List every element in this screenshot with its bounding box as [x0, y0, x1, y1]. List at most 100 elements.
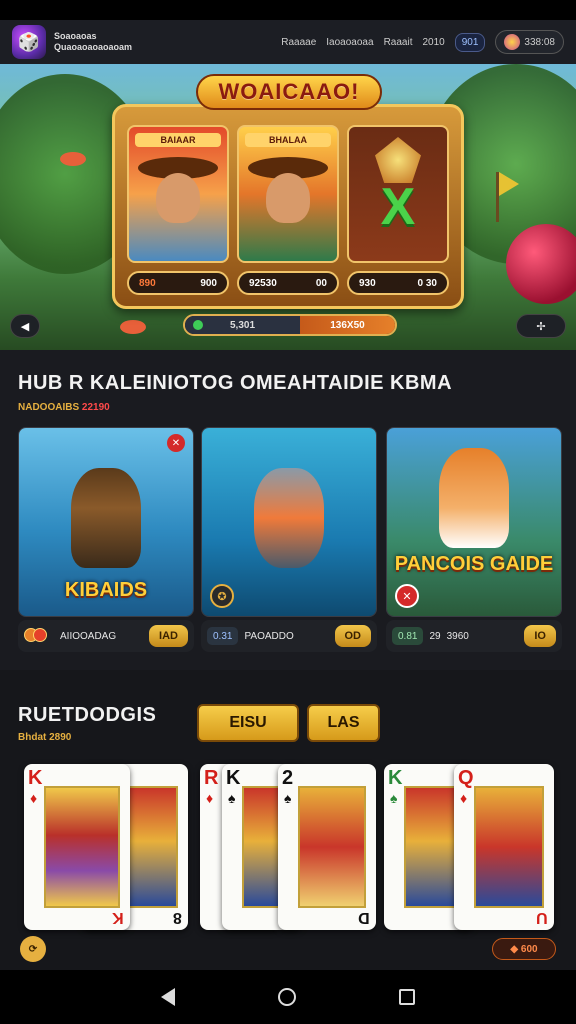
- game-card-1-button[interactable]: IAD: [149, 625, 188, 647]
- nav-item-1[interactable]: Raaaae: [281, 37, 316, 48]
- reel-2-label: BHALAA: [245, 133, 331, 147]
- progress-left: 5,301: [185, 316, 300, 334]
- creature-icon: [254, 468, 324, 568]
- card-rank-bottom: 8: [173, 909, 182, 926]
- nav-item-4[interactable]: 2010: [422, 37, 444, 48]
- reel-bar-1-left: 890: [139, 277, 156, 289]
- spade-icon: ♠: [228, 790, 236, 806]
- reel-bar-3: 930 0 30: [347, 271, 449, 295]
- card-rank: K: [388, 767, 403, 789]
- brand-line-2: Quaoaoaoaoaoam: [54, 42, 133, 52]
- x-symbol: X: [380, 178, 416, 236]
- card-section-subtitle: Bhdat 2890: [18, 732, 72, 743]
- reel-2: BHALAA: [237, 125, 339, 263]
- app-logo[interactable]: 🎲: [12, 25, 46, 59]
- card-picture: [44, 786, 120, 908]
- recents-icon[interactable]: [398, 989, 415, 1005]
- spade-icon: ♠: [390, 790, 398, 806]
- card-picture: [474, 786, 544, 908]
- expand-banner-button[interactable]: ✢: [516, 314, 566, 338]
- wallet-button[interactable]: 338:08: [495, 30, 564, 54]
- game-card-1-label: AIIOOADAG: [60, 630, 117, 642]
- game-card-1[interactable]: ✕ KIBAIDS: [18, 427, 194, 617]
- section-subtitle-value: 22190: [81, 402, 110, 413]
- reel-bar-1: 890 900: [127, 271, 229, 295]
- level-pill[interactable]: 901: [454, 32, 486, 52]
- game-card-2-footer: 0.31 PAOADDO OD: [201, 620, 377, 652]
- spade-icon: ♠: [284, 790, 292, 806]
- card-rank-bottom: D: [358, 909, 370, 926]
- coin-balance-chip[interactable]: ◆ 600: [492, 938, 556, 960]
- ball-decoration: [506, 224, 576, 304]
- card-rank: R: [204, 767, 219, 789]
- fish-decoration-1: [60, 152, 86, 166]
- game-card-3-footer: 0.81 29 3960 IO: [386, 620, 562, 652]
- reel-bar-2-left: 92530: [249, 277, 277, 289]
- favorite-icon[interactable]: ✕: [167, 434, 185, 452]
- status-bar: [0, 0, 576, 20]
- top-nav: Raaaae Iaoaoaoaa Raaait 2010 901 338:08: [281, 30, 564, 54]
- progress-right: 136X50: [300, 316, 395, 334]
- game-card-1-footer: AIIOOADAG IAD: [18, 620, 194, 652]
- game-card-2-chip: 0.31: [207, 627, 239, 645]
- progress-right-value: 136X50: [330, 319, 365, 331]
- game-card-3[interactable]: ✕ PANCOIS GAIDE: [386, 427, 562, 617]
- balance-value: 338:08: [524, 36, 555, 48]
- card-section-title: RUETDODGIS: [18, 704, 157, 726]
- home-icon[interactable]: [277, 988, 296, 1006]
- slot-machine[interactable]: BAIAAR BHALAA X 890 900 92530 00 930 0 30: [112, 104, 464, 309]
- tab-las[interactable]: LAS: [307, 704, 380, 742]
- playing-card-5[interactable]: 2 ♠ D: [278, 764, 376, 930]
- game-card-3-button[interactable]: IO: [524, 625, 556, 647]
- nav-item-2[interactable]: Iaoaoaoaa: [326, 37, 373, 48]
- section-subtitle-text: NADOOAIBS: [18, 402, 80, 413]
- brand-name: Soaoaoas Quaoaoaoaoaoam: [54, 31, 134, 53]
- avatar: [504, 34, 521, 50]
- fish-decoration-2: [120, 320, 146, 334]
- character-icon: [156, 173, 200, 223]
- game-card-2[interactable]: ✪: [201, 427, 377, 617]
- character-icon: [266, 173, 310, 223]
- progress-left-value: 5,301: [229, 319, 256, 331]
- system-nav-bar: [0, 970, 576, 1024]
- slot-reels: BAIAAR BHALAA X: [127, 125, 449, 263]
- fisherman-icon: [71, 468, 141, 568]
- status-dot-icon: [193, 320, 203, 330]
- brand-line-1: Soaoaoas: [54, 31, 97, 41]
- fox-icon: [439, 448, 509, 548]
- machine-title: WOAICAAO!: [196, 74, 382, 110]
- top-bar: 🎲 Soaoaoas Quaoaoaoaoaoam Raaaae Iaoaoao…: [0, 20, 576, 64]
- section-title: HUB R KALEINIOTOG OMEAHTAIDIE KBMA: [18, 372, 453, 394]
- back-icon[interactable]: [161, 988, 176, 1006]
- hero-banner[interactable]: BAIAAR BHALAA X 890 900 92530 00 930 0 30 W…: [0, 64, 576, 350]
- reel-bar-2: 92530 00: [237, 271, 339, 295]
- game-badge-icon[interactable]: ✪: [210, 584, 234, 608]
- diamond-icon: ♦: [206, 790, 214, 806]
- playing-card-1[interactable]: K ♦ K: [24, 764, 130, 930]
- prev-banner-button[interactable]: ◀: [10, 314, 40, 338]
- game-card-3-value: 3960: [446, 630, 469, 642]
- nav-item-3[interactable]: Raaait: [384, 37, 413, 48]
- card-games-section: RUETDODGIS Bhdat 2890 EISU LAS K 8 K ♦ K…: [0, 670, 576, 970]
- coin-refresh-button[interactable]: ⟳: [20, 936, 46, 962]
- tab-eisu[interactable]: EISU: [197, 704, 299, 742]
- diamond-icon: ♦: [460, 790, 468, 806]
- coins-icon: [24, 626, 54, 646]
- playing-card-7[interactable]: Q ♦ U: [454, 764, 554, 930]
- reel-1: BAIAAR: [127, 125, 229, 263]
- reel-3: X: [347, 125, 449, 263]
- reel-bar-1-right: 900: [200, 277, 217, 289]
- card-rank: Q: [458, 767, 474, 789]
- card-rank-bottom: U: [536, 909, 548, 926]
- card-rank: K: [226, 767, 241, 789]
- game-badge-icon[interactable]: ✕: [395, 584, 419, 608]
- jackpot-progress: 5,301 136X50: [183, 314, 397, 336]
- game-card-2-label: PAOADDO: [244, 630, 294, 642]
- featured-games-section: HUB R KALEINIOTOG OMEAHTAIDIE KBMA NADOO…: [0, 350, 576, 670]
- diamond-icon: ♦: [30, 790, 38, 806]
- game-card-2-button[interactable]: OD: [334, 625, 371, 647]
- game-card-1-title: KIBAIDS: [64, 579, 148, 601]
- reel-value-bars: 890 900 92530 00 930 0 30: [127, 271, 449, 295]
- flag-decoration: [496, 172, 519, 222]
- game-card-3-title: PANCOIS GAIDE: [394, 553, 554, 575]
